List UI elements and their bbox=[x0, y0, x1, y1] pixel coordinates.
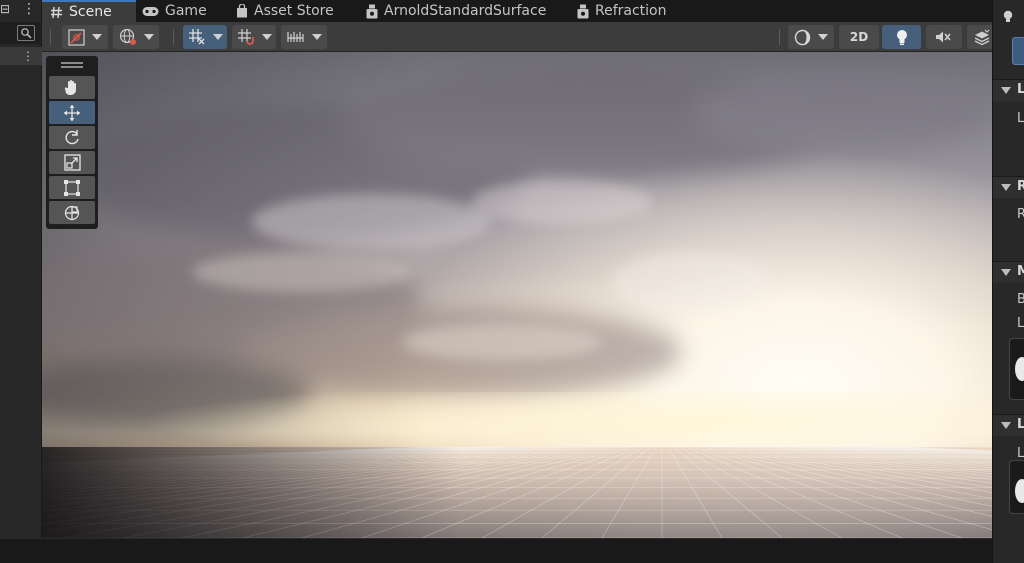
section-title: L bbox=[1017, 82, 1024, 97]
node-graph-icon bbox=[577, 4, 589, 19]
toolbar-divider bbox=[50, 29, 51, 45]
lighting-toggle-button[interactable] bbox=[882, 25, 921, 49]
scene-tab-button[interactable] bbox=[1012, 37, 1024, 65]
draw-mode-icon bbox=[68, 28, 85, 46]
mode-2d-button[interactable]: 2D bbox=[839, 25, 879, 49]
tab-label: ArnoldStandardSurface bbox=[384, 3, 547, 19]
transform-tool-button[interactable] bbox=[49, 201, 95, 224]
kebab-menu-icon[interactable]: ⋮ bbox=[22, 0, 36, 18]
search-icon bbox=[21, 28, 32, 39]
hand-icon bbox=[64, 80, 76, 95]
field-label: L bbox=[1017, 316, 1024, 331]
chevron-down-icon bbox=[261, 34, 272, 40]
field-label: L bbox=[1017, 446, 1024, 461]
toolbar-divider bbox=[779, 29, 780, 45]
tab-label: Refraction bbox=[595, 3, 667, 19]
grid-snapping-button[interactable] bbox=[183, 25, 227, 49]
move-arrows-icon bbox=[64, 104, 80, 121]
tab-arnold-standard-surface[interactable]: ArnoldStandardSurface bbox=[358, 0, 569, 22]
chevron-down-icon bbox=[311, 34, 322, 40]
rect-transform-icon bbox=[64, 179, 80, 196]
move-tool-button[interactable] bbox=[49, 101, 95, 124]
draw-mode-dropdown[interactable] bbox=[62, 25, 108, 49]
field-label: R bbox=[1017, 207, 1024, 222]
grid-snap-icon bbox=[188, 29, 204, 45]
section-header[interactable]: L bbox=[993, 414, 1024, 436]
hierarchy-panel-edge: ⊟ ⋮ ⋮ bbox=[0, 0, 42, 538]
section-header[interactable]: L bbox=[993, 79, 1024, 101]
foldout-triangle-icon bbox=[1001, 184, 1011, 191]
status-bar bbox=[0, 538, 992, 563]
foldout-triangle-icon bbox=[1001, 269, 1011, 276]
field-label: L bbox=[1017, 111, 1024, 126]
shading-mode-dropdown[interactable] bbox=[788, 25, 834, 49]
tab-scene[interactable]: Scene bbox=[42, 0, 136, 22]
inspector-panel-edge: L L R R M B L L L bbox=[992, 0, 1024, 563]
section-header[interactable]: R bbox=[993, 176, 1024, 198]
ruler-icon bbox=[286, 32, 304, 42]
increment-snap-dropdown[interactable] bbox=[232, 25, 276, 49]
increment-snap-icon bbox=[237, 29, 254, 45]
scale-icon bbox=[63, 154, 81, 171]
tab-game[interactable]: Game bbox=[136, 0, 228, 22]
globe-icon bbox=[119, 28, 136, 45]
scene-toolbar: 2D bbox=[42, 22, 997, 52]
gamepad-icon bbox=[142, 6, 159, 17]
tab-label: Asset Store bbox=[254, 3, 334, 19]
tab-refraction[interactable]: Refraction bbox=[569, 0, 689, 22]
panel-menu-icon[interactable]: ⊟ bbox=[0, 2, 10, 16]
hand-tool-button[interactable] bbox=[49, 76, 95, 99]
audio-mute-icon bbox=[936, 31, 951, 43]
section-title: R bbox=[1017, 179, 1024, 194]
drag-handle[interactable] bbox=[61, 62, 83, 68]
effects-layers-icon bbox=[974, 29, 990, 45]
search-toggle-button[interactable] bbox=[17, 25, 35, 41]
node-graph-icon bbox=[366, 4, 378, 19]
tab-label: Scene bbox=[69, 4, 112, 20]
lighting-bulb-icon bbox=[1003, 10, 1013, 22]
ground-shadow bbox=[42, 447, 462, 538]
tool-palette bbox=[46, 56, 98, 229]
global-space-dropdown[interactable] bbox=[113, 25, 159, 49]
horizon-glow bbox=[42, 392, 992, 452]
scene-viewport[interactable] bbox=[42, 52, 992, 538]
tab-label: Game bbox=[165, 3, 207, 19]
chevron-down-icon bbox=[143, 34, 154, 40]
toolbar-divider bbox=[173, 29, 174, 45]
hierarchy-row[interactable] bbox=[0, 47, 42, 65]
chevron-down-icon bbox=[818, 34, 828, 40]
foldout-triangle-icon bbox=[1001, 422, 1011, 429]
rotate-tool-button[interactable] bbox=[49, 126, 95, 149]
tab-asset-store[interactable]: Asset Store bbox=[228, 0, 358, 22]
texture-preview[interactable] bbox=[1009, 460, 1024, 514]
section-title: L bbox=[1017, 417, 1024, 432]
section-title: M bbox=[1017, 264, 1024, 279]
ruler-dropdown[interactable] bbox=[281, 25, 327, 49]
chevron-down-icon bbox=[212, 34, 223, 40]
hash-icon bbox=[50, 6, 63, 19]
shading-sphere-icon bbox=[794, 29, 811, 45]
section-header[interactable]: M bbox=[993, 261, 1024, 283]
field-label: B bbox=[1017, 292, 1024, 307]
scale-tool-button[interactable] bbox=[49, 151, 95, 174]
chevron-down-icon bbox=[92, 34, 102, 40]
texture-preview[interactable] bbox=[1009, 338, 1024, 400]
row-menu-icon[interactable]: ⋮ bbox=[22, 47, 34, 65]
rotate-icon bbox=[65, 129, 79, 144]
audio-toggle-button[interactable] bbox=[926, 25, 962, 49]
editor-tab-bar: Scene Game Asset Store ArnoldStandardSur… bbox=[42, 0, 992, 22]
rect-tool-button[interactable] bbox=[49, 176, 95, 199]
transform-icon bbox=[64, 205, 80, 220]
lighting-bulb-icon bbox=[896, 29, 907, 45]
foldout-triangle-icon bbox=[1001, 87, 1011, 94]
shopping-bag-icon bbox=[236, 4, 248, 18]
